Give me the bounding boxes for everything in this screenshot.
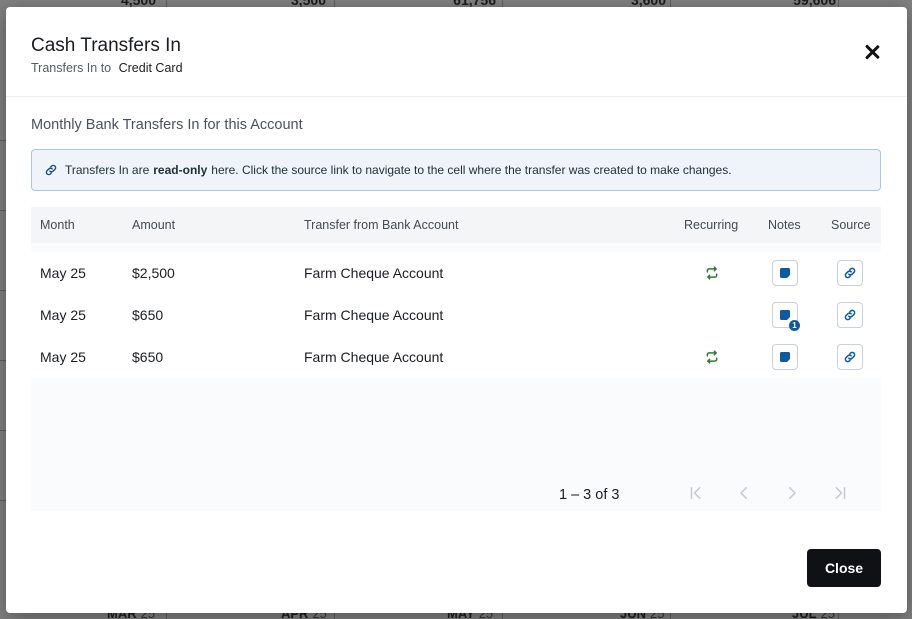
chevron-left-icon [740,487,747,499]
chevron-right-icon [789,487,796,499]
info-banner: Transfers In are read-only here. Click t… [31,149,881,191]
close-button[interactable]: Close [807,549,881,587]
column-header-source[interactable]: Source [831,218,871,232]
dialog-subtitle: Transfers In to Credit Card [31,61,183,75]
column-header-recurring[interactable]: Recurring [684,218,738,232]
amount-cell: $2,500 [132,265,175,281]
column-header-transfer-from[interactable]: Transfer from Bank Account [304,218,458,232]
note-icon [780,268,790,278]
recurring-cell [705,252,719,294]
notes-button[interactable] [772,260,798,286]
note-count-badge: 1 [789,320,800,331]
link-icon [45,164,57,176]
source-link-button[interactable] [837,302,863,328]
close-icon[interactable] [863,43,881,61]
subtitle-prefix: Transfers In to [31,61,112,75]
first-page-icon [690,487,701,499]
source-cell [837,336,863,378]
column-header-notes[interactable]: Notes [768,218,801,232]
previous-page-button[interactable] [730,479,758,507]
month-cell: May 25 [40,307,86,323]
table-header: Month Amount Transfer from Bank Account … [31,207,881,243]
table-row: May 25 $650 Farm Cheque Account 1 [31,294,881,336]
pagination-range: 1 – 3 of 3 [559,487,620,503]
notes-cell: 1 [772,294,800,336]
transfer-from-cell: Farm Cheque Account [304,307,444,323]
source-link-button[interactable] [837,260,863,286]
notes-cell [772,252,798,294]
info-text-bold: read-only [153,163,208,177]
dialog-header: Cash Transfers In Transfers In to Credit… [6,7,907,97]
link-icon [844,267,856,279]
amount-cell: $650 [132,307,164,323]
note-icon [780,310,790,320]
amount-cell: $650 [132,349,164,365]
subtitle-account: Credit Card [118,61,183,75]
first-page-button[interactable] [682,479,710,507]
month-cell: May 25 [40,349,86,365]
section-title: Monthly Bank Transfers In for this Accou… [31,117,303,133]
transfer-from-cell: Farm Cheque Account [304,265,444,281]
source-link-button[interactable] [837,344,863,370]
cash-transfers-dialog: Cash Transfers In Transfers In to Credit… [6,7,907,613]
info-text-before: Transfers In are [65,163,150,177]
column-header-month[interactable]: Month [40,218,75,232]
link-icon [844,309,856,321]
transfer-from-cell: Farm Cheque Account [304,349,444,365]
last-page-icon [835,487,846,499]
source-cell [837,294,863,336]
repeat-icon [706,266,718,280]
notes-cell [772,336,798,378]
month-cell: May 25 [40,265,86,281]
info-text-after: here. Click the source link to navigate … [211,163,732,177]
table-row: May 25 $2,500 Farm Cheque Account [31,252,881,294]
repeat-icon [706,350,718,364]
dialog-title: Cash Transfers In [31,35,181,56]
transfers-table: Month Amount Transfer from Bank Account … [31,207,881,511]
table-row: May 25 $650 Farm Cheque Account [31,336,881,378]
next-page-button[interactable] [778,479,806,507]
link-icon [844,351,856,363]
recurring-cell [705,336,719,378]
notes-button[interactable] [772,344,798,370]
last-page-button[interactable] [826,479,854,507]
source-cell [837,252,863,294]
notes-button[interactable]: 1 [772,302,800,331]
column-header-amount[interactable]: Amount [132,218,175,232]
note-icon [780,352,790,362]
